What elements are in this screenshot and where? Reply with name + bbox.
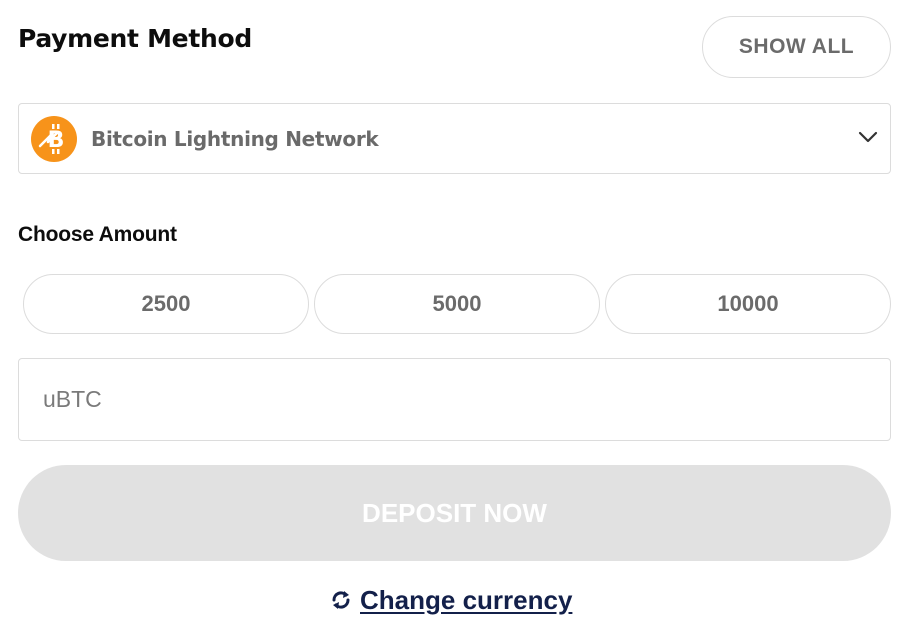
deposit-now-button[interactable]: DEPOSIT NOW xyxy=(18,465,891,561)
swap-arrows-icon xyxy=(332,591,350,609)
amount-preset-button[interactable]: 10000 xyxy=(605,274,891,334)
payment-method-title: Payment Method xyxy=(18,24,252,53)
payment-method-select[interactable]: B Bitcoin Lightning Network xyxy=(18,103,891,174)
choose-amount-title: Choose Amount xyxy=(18,223,177,246)
payment-method-label: Bitcoin Lightning Network xyxy=(91,126,379,151)
amount-preset-button[interactable]: 2500 xyxy=(23,274,309,334)
amount-preset-button[interactable]: 5000 xyxy=(314,274,600,334)
change-currency-link[interactable]: Change currency xyxy=(330,582,572,618)
show-all-button[interactable]: SHOW ALL xyxy=(702,16,891,78)
chevron-down-icon xyxy=(858,131,878,143)
svg-text:B: B xyxy=(48,128,65,153)
bitcoin-lightning-icon: B xyxy=(31,115,77,162)
change-currency-label: Change currency xyxy=(360,584,573,615)
amount-input[interactable] xyxy=(18,358,891,441)
